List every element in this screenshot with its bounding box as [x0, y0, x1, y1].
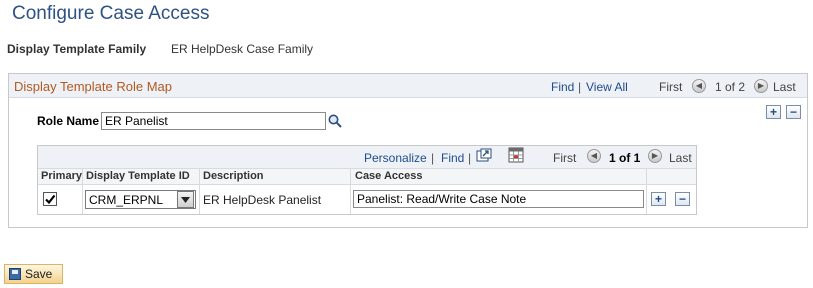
page-title: Configure Case Access: [12, 3, 210, 24]
description-value: ER HelpDesk Panelist: [203, 193, 322, 207]
grid-previous-arrow-icon[interactable]: ◀: [587, 149, 601, 163]
grid-last-label: Last: [669, 151, 692, 165]
role-map-first-label: First: [659, 80, 683, 94]
role-map-view-all-link[interactable]: View All: [586, 80, 628, 94]
case-access-input[interactable]: [353, 190, 644, 208]
column-divider: [646, 168, 647, 214]
family-value: ER HelpDesk Case Family: [171, 42, 314, 56]
display-template-id-value: CRM_ERPNL: [89, 192, 164, 207]
role-map-title: Display Template Role Map: [14, 79, 172, 94]
view-all-zoom-icon[interactable]: [476, 148, 492, 163]
grid-first-label: First: [553, 151, 577, 165]
previous-arrow-icon[interactable]: ◀: [692, 79, 706, 93]
column-header-case-access: Case Access: [355, 170, 423, 182]
checkmark-icon: [45, 194, 56, 205]
column-header-template-id: Display Template ID: [86, 170, 190, 182]
delete-row-button[interactable]: −: [786, 105, 801, 119]
separator: |: [578, 80, 582, 94]
search-icon[interactable]: [327, 113, 343, 129]
column-divider: [350, 168, 351, 214]
save-button-label: Save: [25, 267, 53, 281]
add-row-button[interactable]: +: [766, 105, 781, 119]
role-map-find-link[interactable]: Find: [551, 80, 574, 94]
column-divider: [82, 168, 83, 214]
role-map-last-label: Last: [773, 80, 796, 94]
grid-add-row-button[interactable]: +: [651, 192, 666, 206]
save-button[interactable]: Save: [4, 264, 63, 284]
grid-next-arrow-icon[interactable]: ▶: [648, 149, 662, 163]
separator: |: [431, 151, 435, 165]
role-name-label: Role Name: [37, 114, 100, 128]
column-header-description: Description: [203, 170, 264, 182]
grid-find-link[interactable]: Find: [441, 151, 464, 165]
separator: |: [468, 151, 472, 165]
primary-checkbox[interactable]: [43, 192, 57, 206]
download-to-spreadsheet-icon[interactable]: [508, 147, 524, 163]
chevron-down-icon[interactable]: [177, 191, 194, 208]
grid-delete-row-button[interactable]: −: [675, 192, 690, 206]
grid-count: 1 of 1: [609, 151, 641, 165]
personalize-link[interactable]: Personalize: [364, 151, 427, 165]
role-map-count: 1 of 2: [715, 80, 746, 94]
column-header-primary: Primary: [41, 170, 82, 182]
display-template-id-select[interactable]: CRM_ERPNL: [85, 190, 196, 209]
role-name-input[interactable]: [101, 112, 326, 130]
family-label: Display Template Family: [7, 42, 147, 56]
save-disk-icon: [9, 268, 21, 280]
column-divider: [199, 168, 200, 214]
next-arrow-icon[interactable]: ▶: [754, 79, 768, 93]
